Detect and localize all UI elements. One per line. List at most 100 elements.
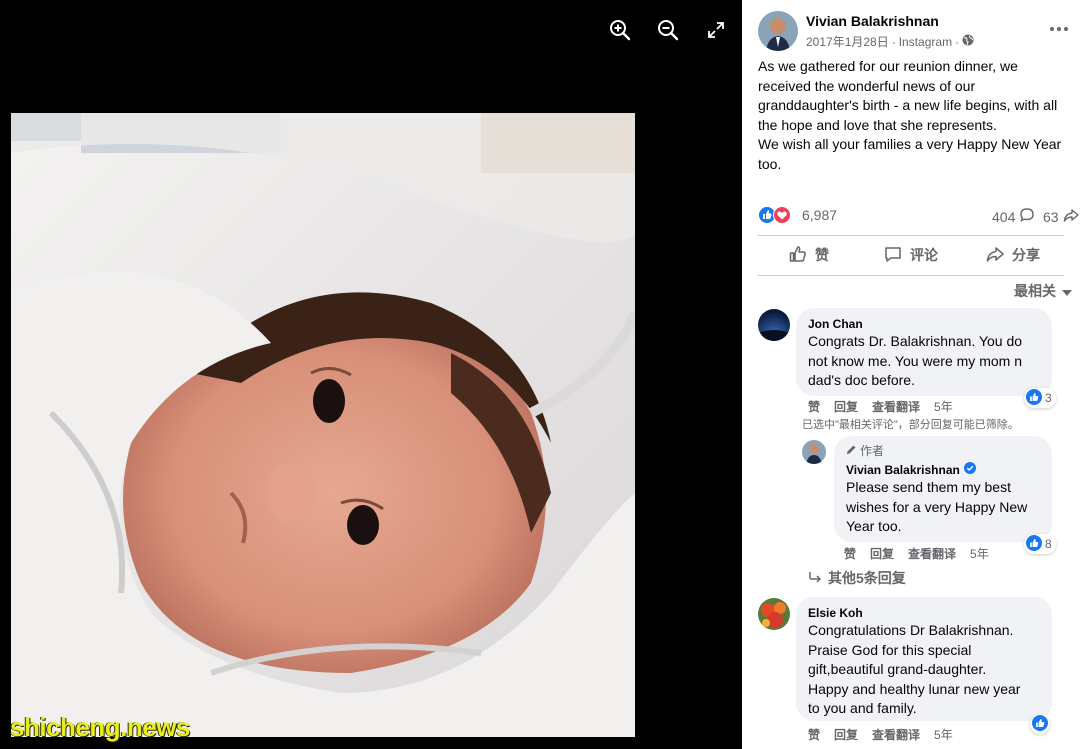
reply-translate-link[interactable]: 查看翻译 <box>908 545 956 562</box>
share-button[interactable]: 分享 <box>962 238 1064 272</box>
divider <box>758 275 1064 276</box>
share-icon <box>986 245 1004 266</box>
reaction-summary: 6,987 404 63 <box>758 204 1079 226</box>
thumbs-up-icon <box>789 245 807 266</box>
comment-reply-link[interactable]: 回复 <box>834 398 858 415</box>
globe-icon <box>962 34 974 49</box>
comment-bubble-icon <box>1019 207 1035 226</box>
author-reply-bubble: 作者 Vivian Balakrishnan Please send them … <box>834 436 1052 542</box>
comment-actions: 赞 回复 查看翻译 5年 <box>808 726 953 743</box>
comment-icon <box>884 245 902 266</box>
more-options-button[interactable] <box>1048 21 1070 37</box>
comment-text-line: to you and family. <box>808 700 917 716</box>
comment-label: 评论 <box>910 247 938 263</box>
like-label: 赞 <box>815 247 829 263</box>
comment-translate-link[interactable]: 查看翻译 <box>872 398 920 415</box>
like-reaction-icon <box>1032 714 1048 734</box>
share-label: 分享 <box>1012 247 1040 263</box>
like-reaction-icon <box>1026 534 1042 554</box>
reply-arrow-icon <box>808 570 822 586</box>
comment-reaction-badge[interactable]: 3 <box>1024 388 1056 408</box>
share-count[interactable]: 63 <box>1043 207 1079 226</box>
reply-time[interactable]: 5年 <box>970 545 989 562</box>
author-reply-avatar[interactable] <box>802 440 826 464</box>
post-actions: 赞 评论 分享 <box>758 238 1064 272</box>
commenter-name[interactable]: Jon Chan <box>808 316 1040 332</box>
caret-down-icon <box>1062 283 1072 299</box>
meta-dot: · <box>955 34 960 49</box>
post-text-line: granddaughter's birth - a new life begin… <box>758 97 1058 114</box>
filter-note: 已选中"最相关评论"，部分回复可能已筛除。 <box>802 419 1019 431</box>
reply-actions: 赞 回复 查看翻译 5年 <box>844 545 989 562</box>
post-header: Vivian Balakrishnan 2017年1月28日 · Instagr… <box>758 11 1076 53</box>
comment-time[interactable]: 5年 <box>934 398 953 415</box>
share-arrow-icon <box>1063 207 1079 226</box>
verified-badge-icon <box>963 462 976 478</box>
comment-like-link[interactable]: 赞 <box>808 726 820 743</box>
share-count-value: 63 <box>1043 208 1059 225</box>
post-text-line: received the wonderful news of our <box>758 77 976 94</box>
sort-label: 最相关 <box>1014 283 1056 299</box>
photo-viewer: shicheng.news <box>0 0 742 749</box>
comment-translate-link[interactable]: 查看翻译 <box>872 726 920 743</box>
reply-like-link[interactable]: 赞 <box>844 545 856 562</box>
reply-reaction-badge[interactable]: 8 <box>1024 534 1056 554</box>
reply-author-name-text[interactable]: Vivian Balakrishnan <box>846 462 960 478</box>
reaction-count: 3 <box>1045 391 1052 405</box>
comment-text-line: dad's doc before. <box>808 372 915 388</box>
divider <box>758 235 1064 236</box>
commenter-avatar[interactable] <box>758 309 790 341</box>
comment-like-link[interactable]: 赞 <box>808 398 820 415</box>
pencil-icon <box>846 444 857 458</box>
like-reaction-icon <box>1026 388 1042 408</box>
comment-sort-dropdown[interactable]: 最相关 <box>1014 281 1072 301</box>
reply-text-line: wishes for a very Happy New <box>846 498 1028 515</box>
commenter-name[interactable]: Elsie Koh <box>808 605 1040 621</box>
post-text-line: too. <box>758 155 782 172</box>
baby-photo <box>11 113 635 737</box>
comment-text-line: Congrats Dr. Balakrishnan. You do <box>808 333 1023 349</box>
commenter-avatar[interactable] <box>758 598 790 630</box>
post-panel: Vivian Balakrishnan 2017年1月28日 · Instagr… <box>742 0 1080 749</box>
comment-time[interactable]: 5年 <box>934 726 953 743</box>
comment-reaction-badge[interactable] <box>1030 714 1050 734</box>
zoom-in-icon[interactable] <box>604 14 636 46</box>
like-button[interactable]: 赞 <box>758 238 860 272</box>
author-tag: 作者 <box>846 444 1040 458</box>
comment-reply-link[interactable]: 回复 <box>834 726 858 743</box>
reply-author-name: Vivian Balakrishnan <box>846 462 1040 478</box>
comment-actions: 赞 回复 查看翻译 5年 <box>808 398 953 415</box>
author-tag-label: 作者 <box>860 444 885 458</box>
reaction-count: 8 <box>1045 537 1052 551</box>
reply-text-line: Year too. <box>846 518 902 534</box>
comment-count-value: 404 <box>992 208 1016 225</box>
comment-text-line: Congratulations Dr Balakrishnan. <box>808 622 1014 638</box>
reply-text-line: Please send them my best <box>846 479 1011 495</box>
comment-bubble: Jon Chan Congrats Dr. Balakrishnan. You … <box>796 308 1052 396</box>
comment-text-line: Happy and healthy lunar new year <box>808 680 1021 697</box>
comment-text-line: gift,beautiful grand-daughter. <box>808 661 987 677</box>
post-text-line: the hope and love that she represents. <box>758 116 997 133</box>
post-date[interactable]: 2017年1月28日 <box>806 33 889 50</box>
reply-reply-link[interactable]: 回复 <box>870 545 894 562</box>
author-name[interactable]: Vivian Balakrishnan <box>806 13 939 29</box>
post-source: Instagram <box>898 34 953 49</box>
post-meta: 2017年1月28日 · Instagram · <box>806 33 974 50</box>
zoom-out-icon[interactable] <box>652 14 684 46</box>
fullscreen-icon[interactable] <box>700 14 732 46</box>
post-text-line: We wish all your families a very Happy N… <box>758 136 1062 153</box>
meta-dot: · <box>891 34 896 49</box>
reaction-icons[interactable] <box>758 206 798 224</box>
post-body: As we gathered for our reunion dinner, w… <box>758 57 1076 175</box>
comment-text-line: not know me. You were my mom n <box>808 352 1022 369</box>
comment-button[interactable]: 评论 <box>860 238 962 272</box>
more-replies-link[interactable]: 其他5条回复 <box>808 568 906 588</box>
author-avatar[interactable] <box>758 11 798 51</box>
comment-count[interactable]: 404 <box>992 207 1035 226</box>
more-replies-label: 其他5条回复 <box>828 570 906 586</box>
post-text-line: As we gathered for our reunion dinner, w… <box>758 58 1018 74</box>
viewer-toolbar <box>604 14 732 46</box>
reaction-count[interactable]: 6,987 <box>802 207 837 223</box>
watermark: shicheng.news <box>10 712 190 742</box>
comment-bubble: Elsie Koh Congratulations Dr Balakrishna… <box>796 597 1052 721</box>
